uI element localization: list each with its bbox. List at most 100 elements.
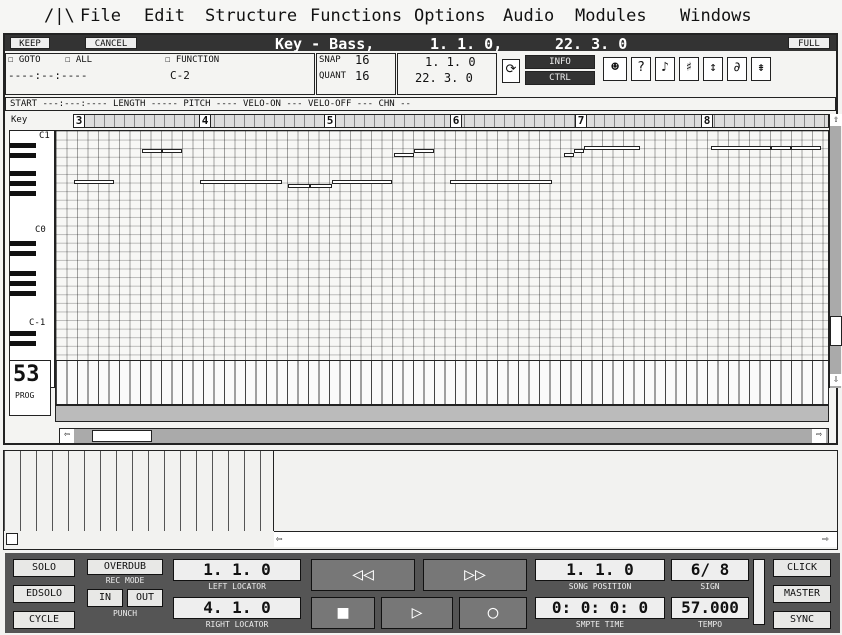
function-checkbox[interactable]: ☐ FUNCTION: [165, 55, 219, 65]
question-icon[interactable]: ?: [631, 57, 651, 81]
note-event[interactable]: [414, 149, 434, 153]
scroll-right-icon[interactable]: ⇨: [812, 429, 826, 443]
transport-bar: SOLO EDSOLO CYCLE OVERDUB REC MODE IN OU…: [5, 553, 840, 633]
forward-icon[interactable]: ▷▷: [423, 559, 527, 591]
track-columns[interactable]: [4, 451, 274, 531]
menu-audio[interactable]: Audio: [503, 6, 554, 26]
master-button[interactable]: MASTER: [773, 585, 831, 603]
black-key: [10, 153, 36, 158]
snap-value[interactable]: 16: [355, 53, 369, 67]
vertical-scrollbar[interactable]: ⇧ ⇩: [829, 114, 842, 388]
piano-keyboard[interactable]: [9, 130, 55, 388]
note-event[interactable]: [142, 149, 162, 153]
octave-label-c-1: C-1: [29, 318, 46, 328]
note-event[interactable]: [771, 146, 791, 150]
note-grid[interactable]: [55, 130, 829, 388]
edsolo-button[interactable]: EDSOLO: [13, 585, 75, 603]
smpte-time-label: SMPTE TIME: [575, 620, 625, 629]
punch-in-button[interactable]: IN: [87, 589, 123, 607]
ear-icon[interactable]: ∂: [727, 57, 747, 81]
solo-button[interactable]: SOLO: [13, 559, 75, 577]
menu-options[interactable]: Options: [414, 6, 486, 26]
quantize-icon[interactable]: ♯: [679, 57, 699, 81]
note-event[interactable]: [288, 184, 310, 188]
arrange-scroll-left-icon[interactable]: ⇦: [276, 532, 283, 545]
click-button[interactable]: CLICK: [773, 559, 831, 577]
in-icon[interactable]: ⇟: [751, 57, 771, 81]
menu-functions[interactable]: Functions: [310, 6, 402, 26]
keep-button[interactable]: KEEP: [10, 37, 50, 49]
note-event[interactable]: [574, 149, 584, 153]
black-key: [10, 281, 36, 286]
note-event[interactable]: [310, 184, 332, 188]
bar-number-8: 8: [701, 114, 713, 128]
black-key: [10, 271, 36, 276]
menu-structure[interactable]: Structure: [205, 6, 297, 26]
bar-number-4: 4: [199, 114, 211, 128]
controller-lane[interactable]: [55, 360, 829, 405]
arrange-hscrollbar[interactable]: ⇦ ⇨: [274, 531, 837, 547]
arrange-window[interactable]: ⇦ ⇨: [3, 450, 838, 550]
menu-windows[interactable]: Windows: [680, 6, 752, 26]
quant-value[interactable]: 16: [355, 69, 369, 83]
overdub-button[interactable]: OVERDUB: [87, 559, 163, 575]
note-event[interactable]: [791, 146, 821, 150]
loop-icon[interactable]: ⟳: [502, 59, 520, 83]
right-locator-value[interactable]: 4. 1. 0: [173, 597, 301, 619]
key-editor-window: KEEP CANCEL Key - Bass, 1. 1. 0, 22. 3. …: [3, 33, 842, 445]
note-event[interactable]: [394, 153, 414, 157]
tempo-label: TEMPO: [697, 620, 723, 629]
arrange-corner-button[interactable]: [6, 533, 18, 545]
goto-value[interactable]: ----:--:----: [8, 69, 87, 82]
menu-modules[interactable]: Modules: [575, 6, 647, 26]
face-icon[interactable]: ☻: [603, 57, 627, 81]
note-event[interactable]: [200, 180, 282, 184]
ctrl-button[interactable]: CTRL: [525, 71, 595, 85]
scroll-up-icon[interactable]: ⇧: [830, 114, 842, 126]
quant-label: QUANT: [319, 71, 347, 81]
stop-icon[interactable]: ■: [311, 597, 375, 629]
key-label: Key: [11, 115, 28, 125]
note-event[interactable]: [711, 146, 771, 150]
note-event[interactable]: [74, 180, 114, 184]
horizontal-scrollbar[interactable]: ⇦ ⇨: [59, 428, 829, 444]
left-locator-value[interactable]: 1. 1. 0: [173, 559, 301, 581]
arrange-scroll-right-icon[interactable]: ⇨: [822, 532, 829, 545]
note-icon[interactable]: ♪: [655, 57, 675, 81]
scroll-down-icon[interactable]: ⇩: [830, 374, 842, 386]
play-icon[interactable]: ▷: [381, 597, 453, 629]
bar-number-6: 6: [450, 114, 462, 128]
transpose-icon[interactable]: ↕: [703, 57, 723, 81]
smpte-time-value[interactable]: 0: 0: 0: 0: [535, 597, 665, 619]
function-value[interactable]: C-2: [170, 69, 190, 82]
goto-checkbox[interactable]: ☐ GOTO: [8, 55, 41, 65]
note-event[interactable]: [162, 149, 182, 153]
cancel-button[interactable]: CANCEL: [85, 37, 137, 49]
info-button[interactable]: INFO: [525, 55, 595, 69]
menu-edit[interactable]: Edit: [144, 6, 185, 26]
full-button[interactable]: FULL: [788, 37, 830, 49]
cycle-button[interactable]: CYCLE: [13, 611, 75, 629]
all-checkbox[interactable]: ☐ ALL: [65, 55, 92, 65]
sync-button[interactable]: SYNC: [773, 611, 831, 629]
scroll-left-icon[interactable]: ⇦: [60, 429, 74, 443]
note-event[interactable]: [564, 153, 574, 157]
vertical-scroll-thumb[interactable]: [830, 316, 842, 346]
record-icon[interactable]: ○: [459, 597, 527, 629]
snap-label: SNAP: [319, 55, 341, 65]
rewind-icon[interactable]: ◁◁: [311, 559, 415, 591]
app-logo[interactable]: /|\: [44, 6, 75, 26]
range-start[interactable]: 1. 1. 0: [425, 55, 476, 69]
signature-value[interactable]: 6/ 8: [671, 559, 749, 581]
tempo-value[interactable]: 57.000: [671, 597, 749, 619]
note-event[interactable]: [332, 180, 392, 184]
note-event[interactable]: [450, 180, 552, 184]
punch-out-button[interactable]: OUT: [127, 589, 163, 607]
menu-file[interactable]: File: [80, 6, 121, 26]
tempo-meter: [753, 559, 765, 625]
horizontal-scroll-thumb[interactable]: [92, 430, 152, 442]
note-event[interactable]: [584, 146, 640, 150]
bar-number-3: 3: [73, 114, 85, 128]
song-position-value[interactable]: 1. 1. 0: [535, 559, 665, 581]
range-end[interactable]: 22. 3. 0: [415, 71, 473, 85]
